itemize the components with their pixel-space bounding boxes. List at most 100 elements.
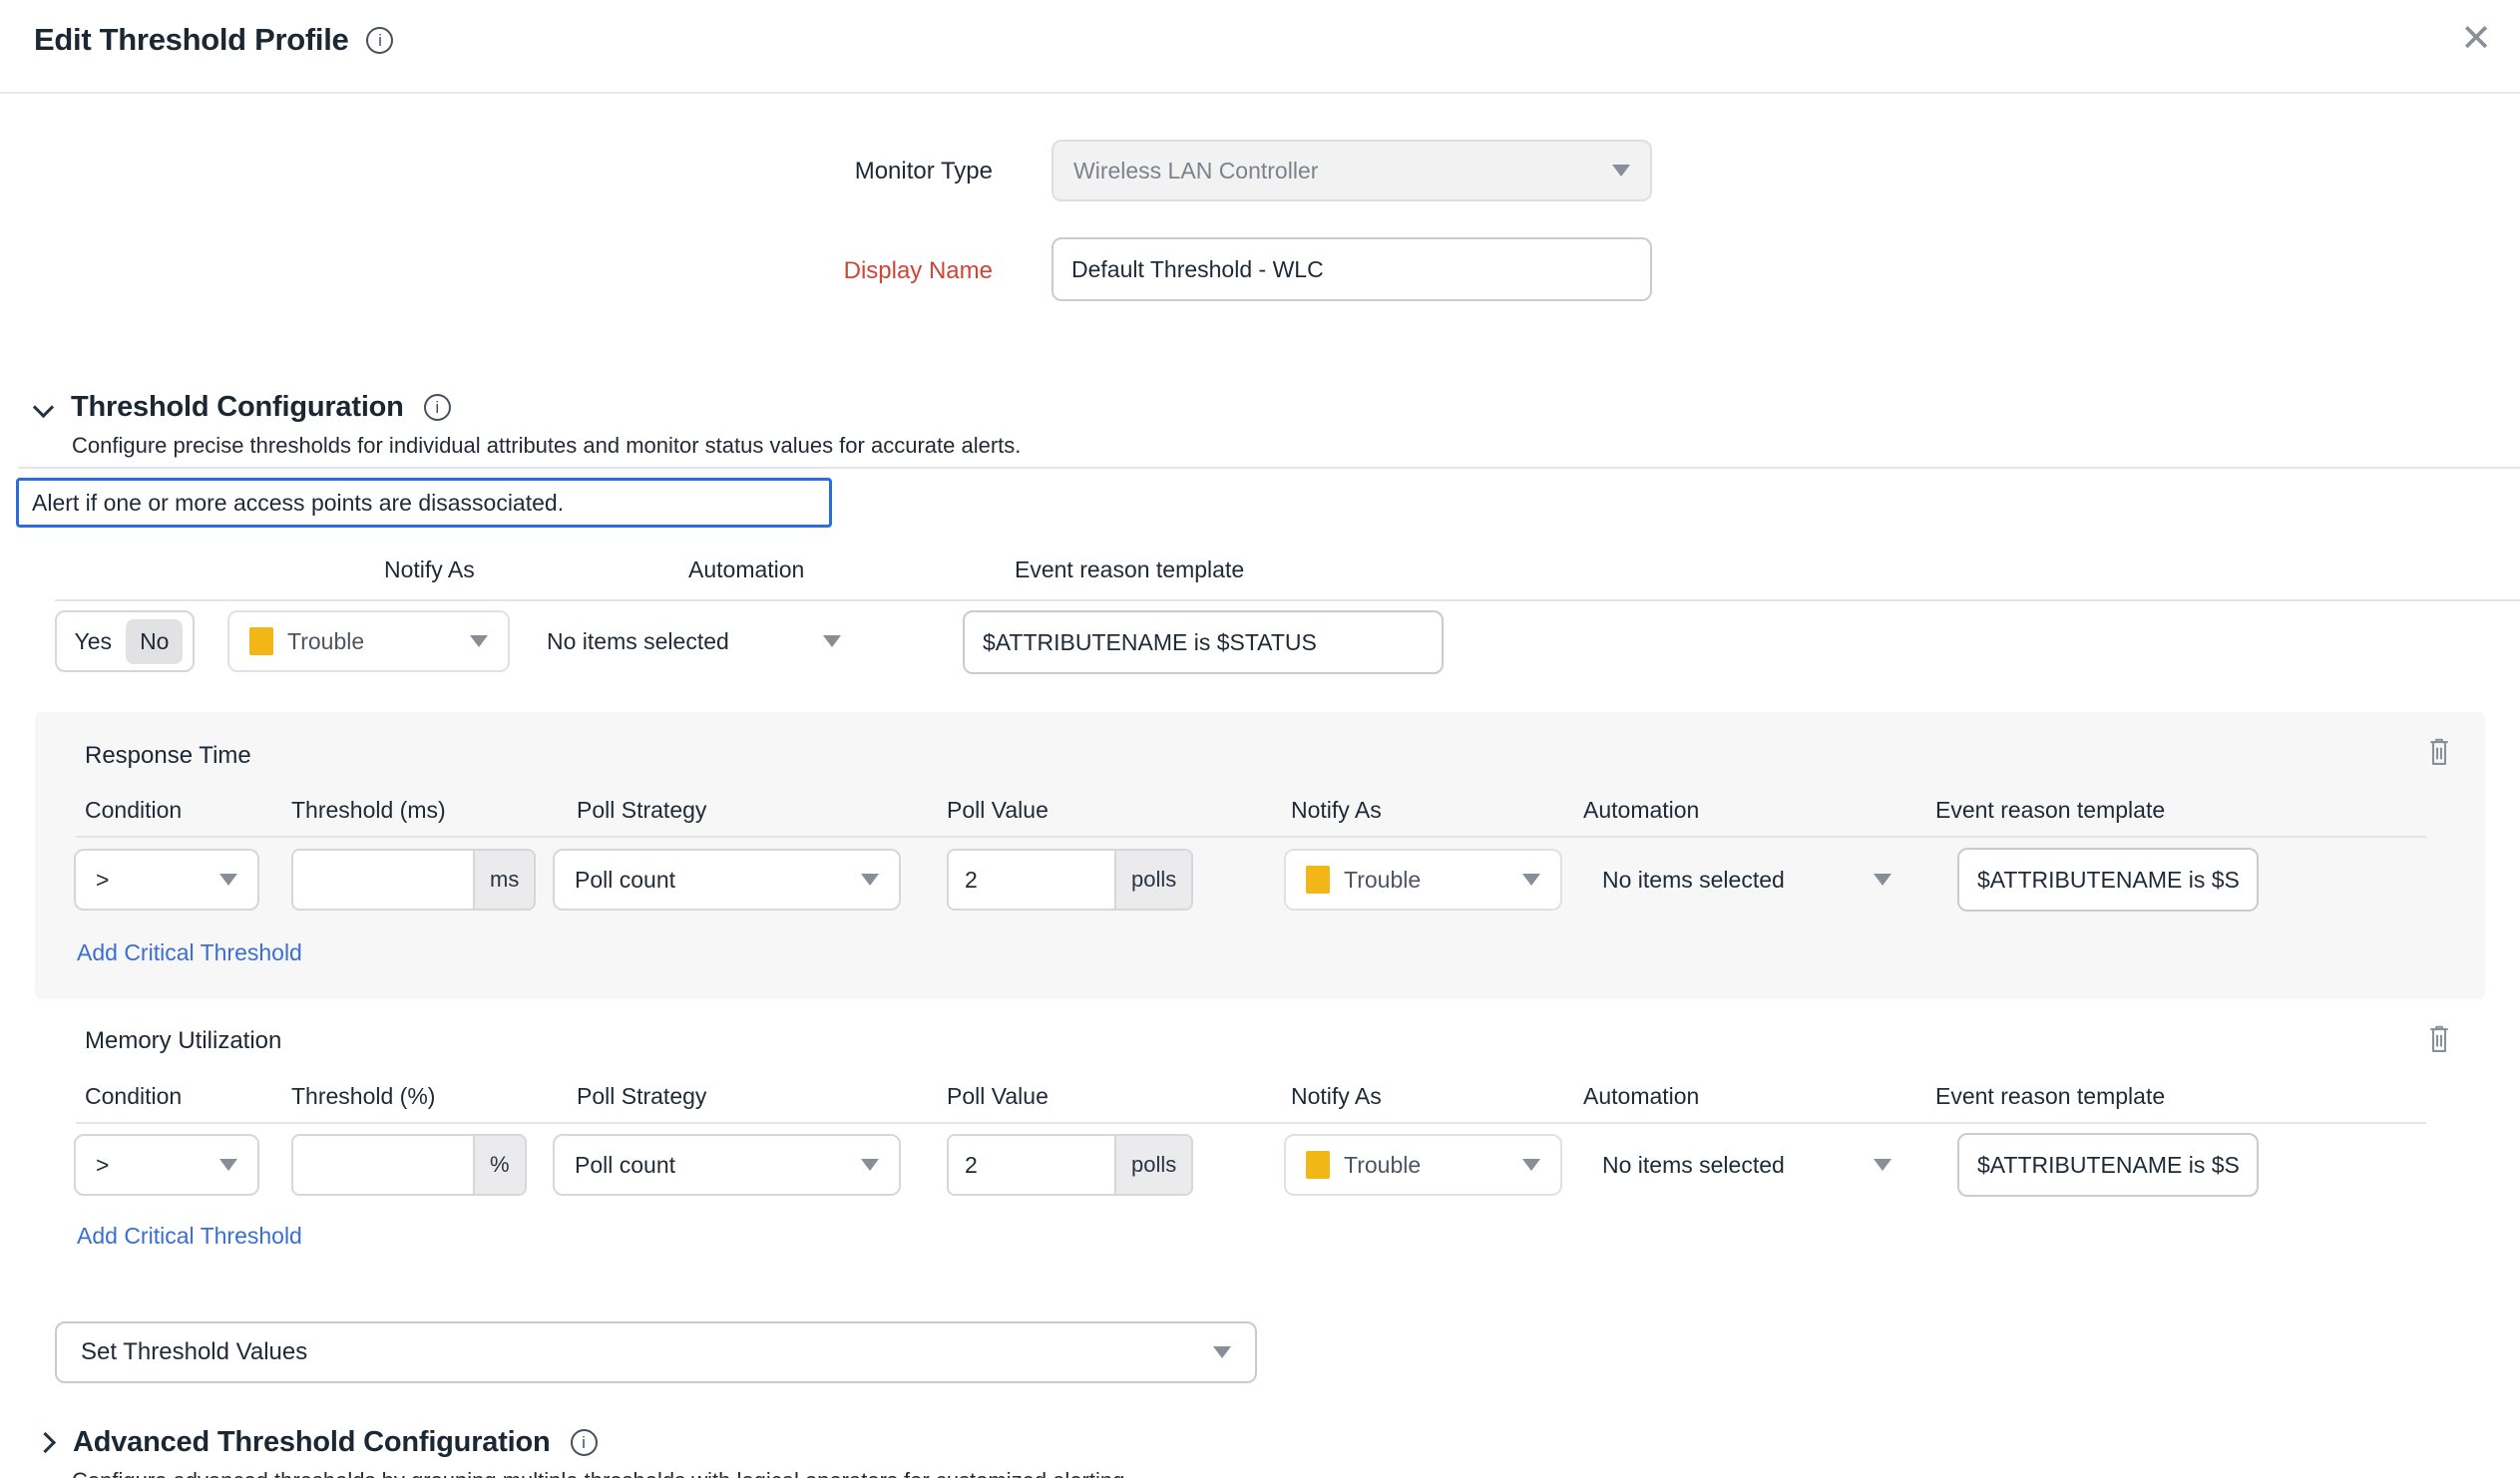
delete-icon[interactable] [2425,1025,2453,1058]
notify-as-select[interactable]: Trouble [1284,849,1562,911]
poll-strategy-select[interactable]: Poll count [553,849,901,911]
attribute-name: Memory Utilization [85,1027,281,1055]
caret-down-icon [1874,1159,1891,1171]
column-header-threshold: Threshold (%) [291,1083,435,1110]
column-header-event-reason: Event reason template [1015,556,1244,583]
info-icon[interactable]: i [571,1429,598,1456]
automation-value: No items selected [547,628,729,655]
column-header-event-reason: Event reason template [1935,797,2165,824]
poll-unit: polls [1114,1136,1191,1194]
set-threshold-values-select[interactable]: Set Threshold Values [55,1321,1257,1383]
poll-strategy-value: Poll count [575,867,847,894]
poll-value-input[interactable] [949,851,1114,909]
divider [76,836,2426,838]
column-header-automation: Automation [688,556,804,583]
column-header-automation: Automation [1583,1083,1699,1110]
attribute-section-memory-utilization: Memory Utilization Condition Threshold (… [35,1017,2485,1287]
column-header-event-reason: Event reason template [1935,1083,2165,1110]
set-threshold-values-label: Set Threshold Values [81,1338,307,1366]
poll-value-input[interactable] [949,1136,1114,1194]
monitor-type-value: Wireless LAN Controller [1073,158,1598,185]
condition-select[interactable]: > [74,1134,259,1196]
poll-unit: polls [1114,851,1191,909]
trouble-color-swatch [1306,1151,1330,1179]
monitor-type-label: Monitor Type [0,158,993,185]
caret-down-icon [1522,1159,1540,1171]
caret-down-icon [861,1159,879,1171]
caret-down-icon [1522,874,1540,886]
attribute-name: Response Time [85,742,251,770]
notify-as-select[interactable]: Trouble [1284,1134,1562,1196]
column-header-poll-value: Poll Value [947,797,1049,824]
add-critical-threshold-link[interactable]: Add Critical Threshold [77,1223,302,1250]
automation-select[interactable]: No items selected [1602,1134,1891,1196]
display-name-label: Display Name [0,257,993,285]
caret-down-icon [1874,874,1891,886]
poll-value-group: polls [947,849,1193,911]
trouble-color-swatch [1306,866,1330,894]
add-critical-threshold-link[interactable]: Add Critical Threshold [77,939,302,966]
threshold-config-title: Threshold Configuration [71,391,404,424]
event-reason-input[interactable] [1957,1133,2259,1197]
delete-icon[interactable] [2425,738,2453,771]
column-header-poll-value: Poll Value [947,1083,1049,1110]
dialog-header: Edit Threshold Profile i ✕ [0,0,2520,94]
poll-strategy-select[interactable]: Poll count [553,1134,901,1196]
close-icon[interactable]: ✕ [2460,16,2492,61]
automation-select[interactable]: No items selected [1602,849,1891,911]
caret-down-icon [1612,165,1630,177]
automation-value: No items selected [1602,867,1785,894]
column-header-poll-strategy: Poll Strategy [577,1083,706,1110]
threshold-unit: ms [473,851,534,909]
event-reason-input[interactable] [1957,848,2259,912]
chevron-down-icon[interactable] [33,397,54,418]
toggle-yes-option[interactable]: Yes [67,619,121,664]
divider [18,467,2520,469]
column-header-condition: Condition [85,1083,182,1110]
caret-down-icon [1213,1346,1231,1358]
caret-down-icon [861,874,879,886]
caret-down-icon [219,874,237,886]
notify-as-value: Trouble [287,628,456,655]
alert-toggle[interactable]: Yes No [55,610,195,672]
advanced-config-description: Configure advanced thresholds by groupin… [72,1468,1130,1478]
monitor-type-select[interactable]: Wireless LAN Controller [1051,140,1652,201]
threshold-input-group: % [291,1134,527,1196]
chevron-right-icon[interactable] [35,1432,56,1453]
divider [55,599,2520,601]
threshold-input-group: ms [291,849,536,911]
automation-select[interactable]: No items selected [547,610,841,672]
automation-value: No items selected [1602,1152,1785,1179]
trouble-color-swatch [249,627,273,655]
condition-select[interactable]: > [74,849,259,911]
info-icon[interactable]: i [366,27,393,54]
caret-down-icon [823,635,841,647]
threshold-unit: % [473,1136,525,1194]
advanced-config-title: Advanced Threshold Configuration [73,1426,551,1459]
threshold-input[interactable] [293,851,473,909]
poll-strategy-value: Poll count [575,1152,847,1179]
condition-value: > [96,1152,206,1179]
caret-down-icon [470,635,488,647]
notify-as-select[interactable]: Trouble [227,610,510,672]
info-icon[interactable]: i [424,394,451,421]
column-header-threshold: Threshold (ms) [291,797,446,824]
toggle-no-option[interactable]: No [126,619,183,664]
threshold-config-heading: Threshold Configuration i [36,391,451,424]
caret-down-icon [219,1159,237,1171]
display-name-input[interactable] [1051,237,1652,301]
status-alert-message[interactable]: Alert if one or more access points are d… [16,478,832,528]
column-header-automation: Automation [1583,797,1699,824]
page-title: Edit Threshold Profile [34,22,348,58]
threshold-input[interactable] [293,1136,473,1194]
notify-as-value: Trouble [1344,1152,1508,1179]
threshold-config-description: Configure precise thresholds for individ… [72,433,1021,459]
column-header-notify-as: Notify As [1291,797,1382,824]
event-reason-input[interactable] [963,610,1444,674]
notify-as-value: Trouble [1344,867,1508,894]
condition-value: > [96,867,206,894]
advanced-config-heading: Advanced Threshold Configuration i [38,1426,598,1459]
column-header-condition: Condition [85,797,182,824]
column-header-notify-as: Notify As [384,556,475,583]
attribute-section-response-time: Response Time Condition Threshold (ms) P… [35,712,2485,999]
